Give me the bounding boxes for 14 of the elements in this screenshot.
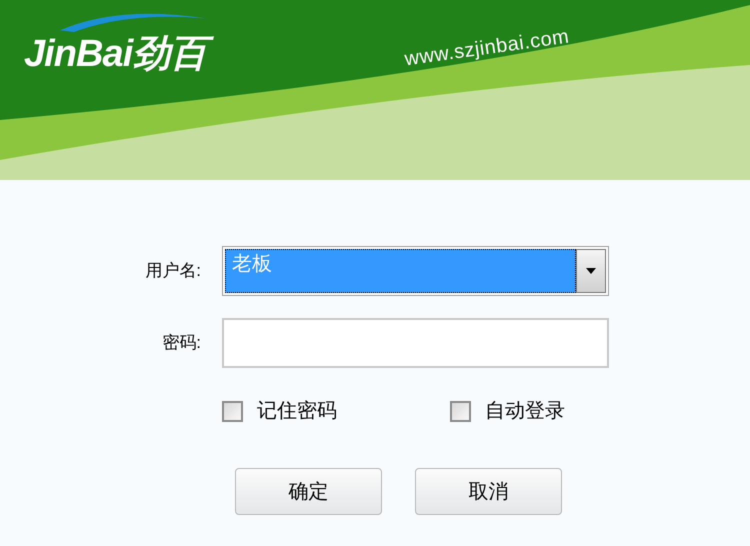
password-label: 密码:: [161, 332, 202, 354]
username-value: 老板: [231, 252, 272, 277]
username-label: 用户名:: [144, 260, 202, 282]
cancel-button[interactable]: 取消: [415, 468, 562, 515]
dropdown-button[interactable]: [576, 249, 606, 293]
checkbox[interactable]: [222, 400, 243, 422]
caret-icon: [586, 268, 596, 274]
checkbox-label: 记住密码: [257, 399, 337, 424]
checkbox-label: 自动登录: [485, 399, 565, 424]
confirm-button[interactable]: 确定: [235, 468, 382, 515]
checkbox[interactable]: [450, 400, 471, 422]
password-field[interactable]: [222, 318, 609, 368]
website-url: www.szjinbai.com: [402, 24, 572, 72]
logo: JinBai劲百: [24, 33, 214, 77]
